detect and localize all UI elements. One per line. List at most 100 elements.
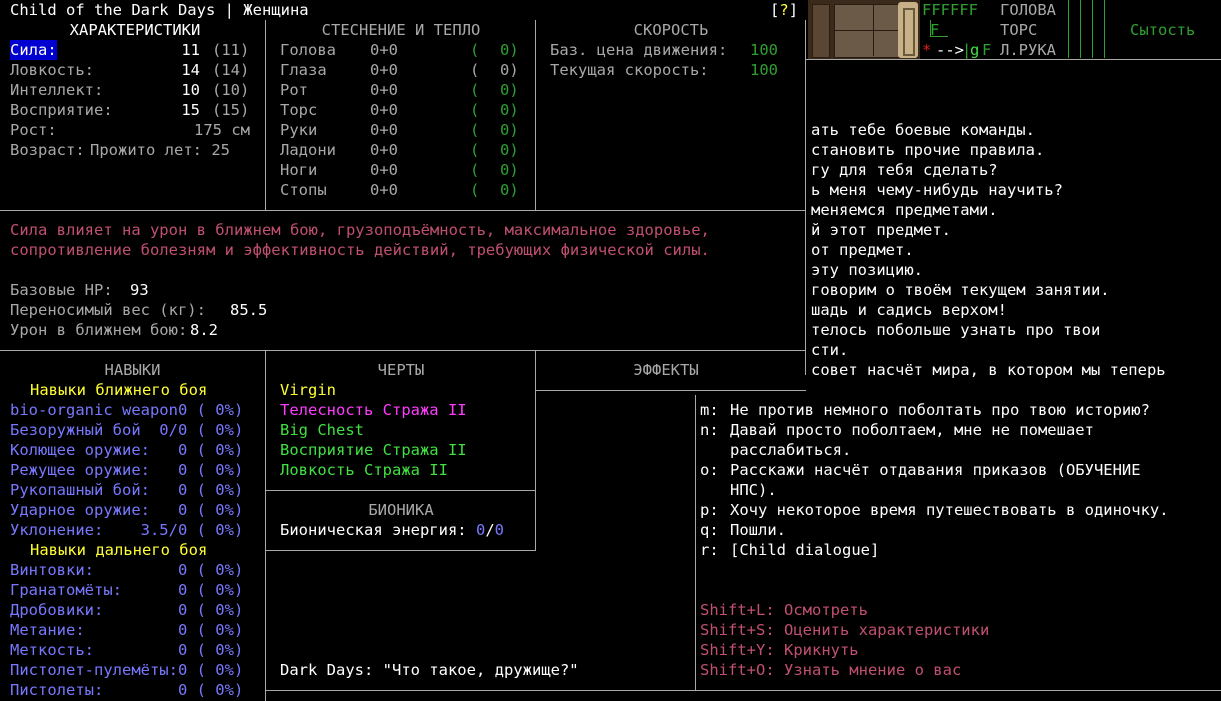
- skill-row[interactable]: Уклонение: 3.5/0 ( 0%): [10, 520, 243, 540]
- warmth-open: (: [470, 181, 480, 199]
- warmth-value: 0): [500, 41, 519, 59]
- encumbrance-header: СТЕСНЕНИЕ И ТЕПЛО: [321, 21, 481, 39]
- dialogue-option-key[interactable]: r:: [700, 540, 719, 560]
- trait-item[interactable]: Virgin: [280, 380, 336, 400]
- stat-intelligence-base: (10): [212, 81, 250, 99]
- carry-weight-value: 85.5: [230, 301, 268, 319]
- dialogue-option[interactable]: шадь и садись верхом!: [811, 300, 1007, 320]
- trait-item[interactable]: Big Chest: [280, 420, 364, 440]
- body-map-f2: F: [982, 41, 992, 59]
- dialogue-option[interactable]: совет насчёт мира, в котором мы теперь: [811, 360, 1166, 380]
- bionic-power-current: 0: [475, 521, 486, 539]
- dialogue-option[interactable]: говорим о твоём текущем занятии.: [811, 280, 1110, 300]
- help-button[interactable]: [?]: [770, 0, 798, 20]
- door-icon: [898, 2, 918, 58]
- encumbrance-part: Стопы: [280, 181, 327, 199]
- dialogue-option-key[interactable]: o:: [700, 460, 719, 480]
- dialogue-option-text[interactable]: Хочу некоторое время путешествовать в од…: [730, 500, 1169, 520]
- warmth-value: 0): [500, 141, 519, 159]
- stat-intelligence-label[interactable]: Интеллект:: [10, 80, 103, 100]
- window-title: Child of the Dark Days | Женщина: [10, 1, 309, 19]
- skill-row[interactable]: Меткость: 0 ( 0%): [10, 640, 243, 660]
- dialogue-option-text[interactable]: Не против немного поболтать про твою ист…: [730, 400, 1150, 420]
- current-speed-label: Текущая скорость:: [550, 61, 709, 79]
- dialogue-option[interactable]: ать тебе боевые команды.: [811, 120, 1035, 140]
- skill-row[interactable]: Рукопашный бой: 0 ( 0%): [10, 480, 243, 500]
- skill-row[interactable]: Метание: 0 ( 0%): [10, 620, 243, 640]
- dialogue-option[interactable]: сти.: [811, 340, 848, 360]
- hunger-status: Сытость: [1130, 21, 1196, 39]
- dialogue-option[interactable]: й этот предмет.: [811, 220, 951, 240]
- skill-row[interactable]: Пистолеты: 0 ( 0%): [10, 680, 243, 700]
- dialogue-option[interactable]: эту позицию.: [811, 260, 923, 280]
- encumbrance-value: 0+0: [370, 41, 398, 59]
- traits-header: ЧЕРТЫ: [377, 361, 425, 379]
- melee-skills-header: Навыки ближнего боя: [30, 381, 208, 399]
- trait-item[interactable]: Ловкость Стража II: [280, 460, 448, 480]
- base-hp-value: 93: [130, 281, 149, 299]
- base-move-cost-label: Баз. цена движения:: [550, 41, 728, 59]
- dialogue-option-text[interactable]: [Child dialogue]: [730, 540, 879, 560]
- skill-row[interactable]: Дробовики: 0 ( 0%): [10, 600, 243, 620]
- stat-age-value: Прожито лет: 25: [90, 141, 230, 159]
- encumbrance-part: Руки: [280, 121, 318, 139]
- dialogue-option-text[interactable]: расслабиться.: [730, 440, 851, 460]
- base-move-cost-value: 100: [750, 41, 778, 59]
- bionic-power-sep: /: [485, 521, 495, 539]
- skill-row[interactable]: Гранатомёты: 0 ( 0%): [10, 580, 243, 600]
- skill-row[interactable]: Пистолет-пулемёты:0 ( 0%): [10, 660, 243, 680]
- skill-row[interactable]: bio-organic weapon0 ( 0%): [10, 400, 243, 420]
- encumbrance-part: Голова: [280, 41, 336, 59]
- stat-strength-base: (11): [212, 41, 250, 59]
- warmth-value: 0): [500, 101, 519, 119]
- encumbrance-value: 0+0: [370, 81, 398, 99]
- stat-age-label[interactable]: Возраст:: [10, 140, 85, 160]
- npc-speech: Dark Days: "Что такое, дружище?": [280, 661, 579, 679]
- encumbrance-value: 0+0: [370, 61, 398, 79]
- dialogue-option[interactable]: ь меня чему-нибудь научить?: [811, 180, 1063, 200]
- stat-height-label[interactable]: Рост:: [10, 120, 57, 140]
- dialogue-option[interactable]: становить прочие правила.: [811, 140, 1044, 160]
- dialogue-action[interactable]: Shift+Y: Крикнуть: [700, 640, 859, 660]
- encumbrance-part: Торс: [280, 101, 318, 119]
- dialogue-option[interactable]: от предмет.: [811, 240, 914, 260]
- skill-row[interactable]: Ударное оружие: 0 ( 0%): [10, 500, 243, 520]
- encumbrance-value: 0+0: [370, 181, 398, 199]
- trait-item[interactable]: Восприятие Стража II: [280, 440, 467, 460]
- dialogue-action[interactable]: Shift+O: Узнать мнение о вас: [700, 660, 961, 680]
- skill-row[interactable]: Безоружный бой 0/0 ( 0%): [10, 420, 243, 440]
- dialogue-option-key[interactable]: m:: [700, 400, 719, 420]
- ranged-skills-header: Навыки дальнего боя: [30, 541, 208, 559]
- dialogue-option[interactable]: телось побольше узнать про твои: [811, 320, 1100, 340]
- dialogue-option[interactable]: гу для тебя сделать?: [811, 160, 998, 180]
- bionic-power-label: Бионическая энергия:: [280, 521, 467, 539]
- dialogue-option-text[interactable]: Расскажи насчёт отдавания приказов (ОБУЧ…: [730, 460, 1141, 480]
- warmth-open: (: [470, 141, 480, 159]
- stat-dexterity-label[interactable]: Ловкость:: [10, 60, 94, 80]
- dialogue-option-text[interactable]: Давай просто поболтаем, мне не помешает: [730, 420, 1094, 440]
- dialogue-option-key[interactable]: p:: [700, 500, 719, 520]
- warmth-open: (: [470, 61, 480, 79]
- dialogue-action[interactable]: Shift+L: Осмотреть: [700, 600, 868, 620]
- encumbrance-part: Рот: [280, 81, 308, 99]
- stat-strength-label[interactable]: Сила:: [10, 40, 57, 60]
- warmth-open: (: [470, 121, 480, 139]
- skill-row[interactable]: Винтовки: 0 ( 0%): [10, 560, 243, 580]
- bionic-power: Бионическая энергия: 0/0: [280, 520, 504, 540]
- warmth-value: 0): [500, 61, 519, 79]
- skill-row[interactable]: Режущее оружие: 0 ( 0%): [10, 460, 243, 480]
- dialogue-action[interactable]: Shift+S: Оценить характеристики: [700, 620, 989, 640]
- stat-perception-base: (15): [212, 101, 250, 119]
- dialogue-option-key[interactable]: n:: [700, 420, 719, 440]
- dialogue-option[interactable]: меняемся предметами.: [811, 200, 998, 220]
- skill-row[interactable]: Колющее оружие: 0 ( 0%): [10, 440, 243, 460]
- body-map-f: F: [930, 21, 940, 39]
- stat-perception-label[interactable]: Восприятие:: [10, 100, 113, 120]
- encumbrance-value: 0+0: [370, 101, 398, 119]
- dialogue-option-key[interactable]: q:: [700, 520, 719, 540]
- trait-item[interactable]: Телесность Стража II: [280, 400, 467, 420]
- encumbrance-value: 0+0: [370, 141, 398, 159]
- stat-dexterity-value: 14: [181, 61, 200, 79]
- dialogue-option-text[interactable]: НПС).: [730, 480, 777, 500]
- dialogue-option-text[interactable]: Пошли.: [730, 520, 786, 540]
